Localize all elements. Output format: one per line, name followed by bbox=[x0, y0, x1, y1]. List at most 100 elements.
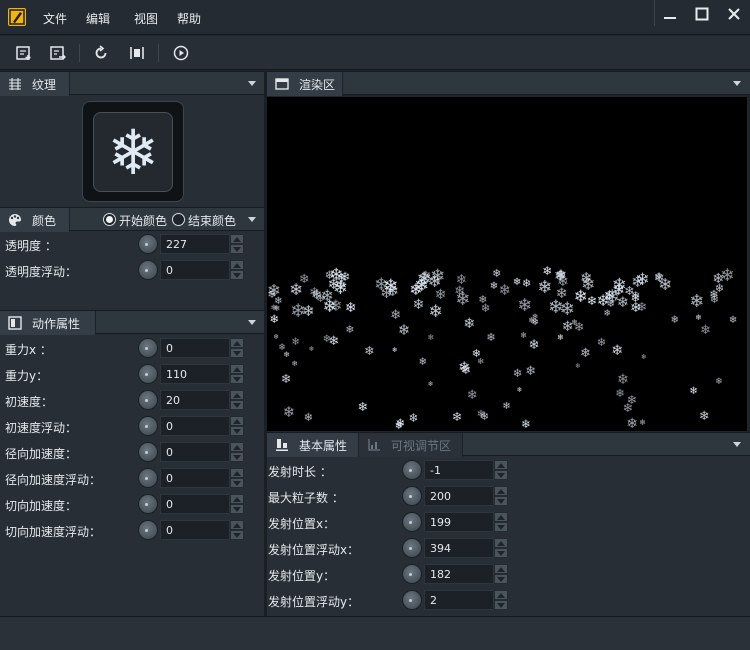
max-particles-input[interactable]: 200 bbox=[424, 486, 494, 506]
radial-accel-variance-input[interactable]: 0 bbox=[160, 468, 230, 488]
increment-icon[interactable] bbox=[494, 512, 508, 522]
emit-pos-x-variance-input[interactable]: 394 bbox=[424, 538, 494, 558]
decrement-icon[interactable] bbox=[494, 470, 508, 480]
opacity-variance-input[interactable]: 0 bbox=[160, 260, 230, 280]
emit-duration-input[interactable]: -1 bbox=[424, 460, 494, 480]
decrement-icon[interactable] bbox=[494, 522, 508, 532]
fit-button[interactable] bbox=[126, 43, 148, 63]
chevron-down-icon[interactable] bbox=[248, 217, 256, 222]
emit-pos-y-variance-knob[interactable] bbox=[402, 590, 422, 610]
opacity-stepper[interactable] bbox=[230, 234, 244, 254]
increment-icon[interactable] bbox=[494, 538, 508, 548]
emit-pos-x-input[interactable]: 199 bbox=[424, 512, 494, 532]
gravity-y-stepper[interactable] bbox=[230, 364, 244, 384]
reset-button[interactable] bbox=[90, 43, 112, 63]
emit-pos-x-knob[interactable] bbox=[402, 512, 422, 532]
emit-pos-y-input[interactable]: 182 bbox=[424, 564, 494, 584]
speed-variance-knob[interactable] bbox=[138, 416, 158, 436]
increment-icon[interactable] bbox=[230, 520, 244, 530]
increment-icon[interactable] bbox=[230, 260, 244, 270]
radial-accel-knob[interactable] bbox=[138, 442, 158, 462]
decrement-icon[interactable] bbox=[230, 374, 244, 384]
increment-icon[interactable] bbox=[230, 338, 244, 348]
gravity-x-knob[interactable] bbox=[138, 338, 158, 358]
gravity-y-input[interactable]: 110 bbox=[160, 364, 230, 384]
decrement-icon[interactable] bbox=[230, 504, 244, 514]
radial-accel-input[interactable]: 0 bbox=[160, 442, 230, 462]
speed-knob[interactable] bbox=[138, 390, 158, 410]
decrement-icon[interactable] bbox=[230, 530, 244, 540]
tab-motion[interactable]: 动作属性 bbox=[0, 311, 96, 335]
render-canvas[interactable]: ❄ ❄ ❄ ❄ ❄ ❄ ❄ ❄ ❄ ❄ ❄ ❄ ❄ ❄ ❄ ❄ ❄ ❄ ❄ ❄ ❄ ❄ ❄ ❄ ❄ ❄ ❄ ❄ ❄ ❄ ❄ ❄ ❄ ❄ ❄ ❄ ❄ ❄ ❄ ❄… bbox=[267, 97, 747, 431]
speed-input[interactable]: 20 bbox=[160, 390, 230, 410]
increment-icon[interactable] bbox=[230, 494, 244, 504]
decrement-icon[interactable] bbox=[230, 426, 244, 436]
max-particles-knob[interactable] bbox=[402, 486, 422, 506]
chevron-down-icon[interactable] bbox=[248, 320, 256, 325]
tab-texture[interactable]: 纹理 bbox=[0, 72, 70, 96]
emit-pos-y-knob[interactable] bbox=[402, 564, 422, 584]
menu-view[interactable]: 视图 bbox=[134, 10, 158, 27]
decrement-icon[interactable] bbox=[230, 478, 244, 488]
chevron-down-icon[interactable] bbox=[733, 81, 741, 86]
chevron-down-icon[interactable] bbox=[733, 442, 741, 447]
emit-pos-x-variance-knob[interactable] bbox=[402, 538, 422, 558]
tab-visual-adjust[interactable]: 可视调节区 bbox=[359, 433, 463, 457]
close-button[interactable] bbox=[718, 0, 750, 28]
menu-file[interactable]: 文件 bbox=[43, 10, 67, 27]
opacity-knob[interactable] bbox=[138, 234, 158, 254]
increment-icon[interactable] bbox=[494, 564, 508, 574]
menu-edit[interactable]: 编辑 bbox=[86, 10, 110, 27]
increment-icon[interactable] bbox=[494, 460, 508, 470]
tangential-accel-variance-knob[interactable] bbox=[138, 520, 158, 540]
emit-pos-x-stepper[interactable] bbox=[494, 512, 508, 532]
decrement-icon[interactable] bbox=[230, 348, 244, 358]
emit-duration-stepper[interactable] bbox=[494, 460, 508, 480]
decrement-icon[interactable] bbox=[230, 452, 244, 462]
minimize-button[interactable] bbox=[654, 0, 686, 28]
export-button[interactable] bbox=[47, 43, 69, 63]
max-particles-stepper[interactable] bbox=[494, 486, 508, 506]
decrement-icon[interactable] bbox=[494, 574, 508, 584]
radial-accel-variance-stepper[interactable] bbox=[230, 468, 244, 488]
emit-duration-knob[interactable] bbox=[402, 460, 422, 480]
tangential-accel-variance-stepper[interactable] bbox=[230, 520, 244, 540]
increment-icon[interactable] bbox=[230, 390, 244, 400]
chevron-down-icon[interactable] bbox=[248, 81, 256, 86]
tab-basic-properties[interactable]: 基本属性 bbox=[267, 433, 359, 457]
tangential-accel-input[interactable]: 0 bbox=[160, 494, 230, 514]
texture-preview[interactable]: ❄ bbox=[82, 101, 184, 202]
emit-pos-y-stepper[interactable] bbox=[494, 564, 508, 584]
radial-accel-stepper[interactable] bbox=[230, 442, 244, 462]
increment-icon[interactable] bbox=[494, 486, 508, 496]
radial-accel-variance-knob[interactable] bbox=[138, 468, 158, 488]
increment-icon[interactable] bbox=[230, 234, 244, 244]
tab-color[interactable]: 颜色 bbox=[0, 208, 70, 232]
speed-stepper[interactable] bbox=[230, 390, 244, 410]
speed-variance-stepper[interactable] bbox=[230, 416, 244, 436]
gravity-x-input[interactable]: 0 bbox=[160, 338, 230, 358]
end-color-radio[interactable] bbox=[172, 213, 185, 226]
tangential-accel-variance-input[interactable]: 0 bbox=[160, 520, 230, 540]
decrement-icon[interactable] bbox=[230, 400, 244, 410]
start-color-radio[interactable] bbox=[103, 213, 116, 226]
increment-icon[interactable] bbox=[230, 416, 244, 426]
emit-pos-y-variance-input[interactable]: 2 bbox=[424, 590, 494, 610]
decrement-icon[interactable] bbox=[230, 270, 244, 280]
play-button[interactable] bbox=[170, 43, 192, 63]
decrement-icon[interactable] bbox=[494, 496, 508, 506]
menu-help[interactable]: 帮助 bbox=[177, 10, 201, 27]
tab-render[interactable]: 渲染区 bbox=[267, 72, 343, 96]
increment-icon[interactable] bbox=[230, 364, 244, 374]
emit-pos-x-variance-stepper[interactable] bbox=[494, 538, 508, 558]
emit-pos-y-variance-stepper[interactable] bbox=[494, 590, 508, 610]
gravity-x-stepper[interactable] bbox=[230, 338, 244, 358]
increment-icon[interactable] bbox=[230, 442, 244, 452]
increment-icon[interactable] bbox=[230, 468, 244, 478]
increment-icon[interactable] bbox=[494, 590, 508, 600]
decrement-icon[interactable] bbox=[230, 244, 244, 254]
tangential-accel-stepper[interactable] bbox=[230, 494, 244, 514]
maximize-button[interactable] bbox=[686, 0, 718, 28]
new-project-button[interactable] bbox=[13, 43, 35, 63]
opacity-variance-knob[interactable] bbox=[138, 260, 158, 280]
